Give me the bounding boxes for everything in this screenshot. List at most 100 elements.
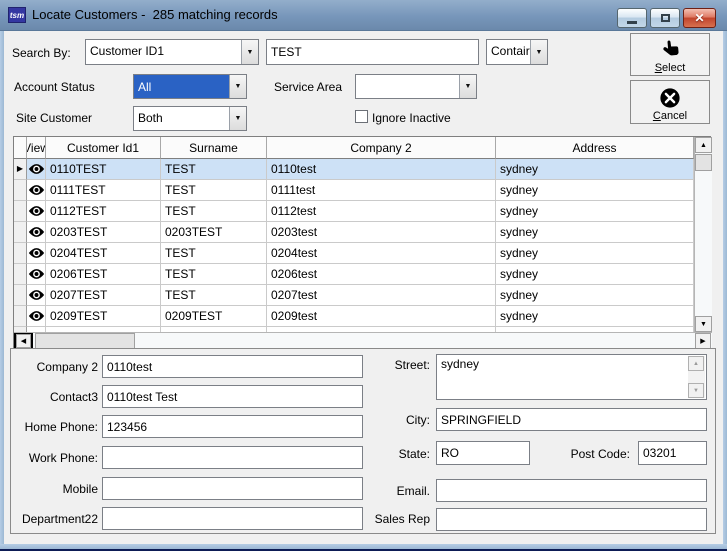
vertical-scroll-thumb[interactable]: [695, 154, 712, 171]
cell-customer-id1[interactable]: 0206TEST: [46, 264, 161, 285]
cell-customer-id1[interactable]: 0209TEST: [46, 306, 161, 327]
table-row[interactable]: 0207TEST TEST 0207test sydney: [14, 285, 694, 306]
chevron-down-icon[interactable]: ▼: [229, 75, 246, 98]
scroll-down-button[interactable]: ▼: [695, 316, 712, 332]
sales-rep-field[interactable]: [436, 508, 707, 531]
scroll-up-button[interactable]: ▲: [695, 137, 712, 153]
view-record-button[interactable]: [27, 264, 46, 285]
cell-surname[interactable]: TEST: [161, 243, 267, 264]
chevron-down-icon[interactable]: ▼: [241, 40, 258, 64]
cancel-button[interactable]: Cancel: [630, 80, 710, 124]
table-row[interactable]: 0203TEST 0203TEST 0203test sydney: [14, 222, 694, 243]
cell-company-2[interactable]: 0203test: [267, 222, 496, 243]
cell-surname[interactable]: TEST: [161, 180, 267, 201]
view-record-button[interactable]: [27, 243, 46, 264]
chevron-down-icon[interactable]: ▼: [459, 75, 476, 98]
cell-surname[interactable]: TEST: [161, 159, 267, 180]
cell-address[interactable]: sydney: [496, 180, 694, 201]
scroll-down-button[interactable]: ▼: [688, 383, 704, 398]
service-area-combo[interactable]: ▼: [355, 74, 477, 99]
home-phone-label: Home Phone:: [14, 420, 98, 434]
cell-address[interactable]: sydney: [496, 264, 694, 285]
cell-company-2[interactable]: 0111test: [267, 180, 496, 201]
search-text-input[interactable]: [266, 39, 479, 65]
maximize-button[interactable]: [650, 8, 680, 28]
header-customer-id1[interactable]: Customer Id1: [46, 137, 161, 159]
minimize-button[interactable]: [617, 8, 647, 28]
cell-address[interactable]: sydney: [496, 201, 694, 222]
grid-horizontal-scrollbar[interactable]: ◀ ▶: [14, 332, 712, 349]
scroll-right-button[interactable]: ▶: [695, 333, 711, 349]
street-field[interactable]: sydney ▲ ▼: [436, 354, 707, 400]
cell-company-2[interactable]: 0209test: [267, 306, 496, 327]
cell-customer-id1[interactable]: 0207TEST: [46, 285, 161, 306]
view-record-button[interactable]: [27, 222, 46, 243]
cell-customer-id1[interactable]: 0110TEST: [46, 159, 161, 180]
view-record-button[interactable]: [27, 201, 46, 222]
results-grid: View Customer Id1 Surname Company 2 Addr…: [13, 136, 711, 348]
row-selector: [14, 180, 27, 201]
state-label: State:: [370, 447, 430, 461]
contact3-field[interactable]: [102, 385, 363, 408]
cell-surname[interactable]: TEST: [161, 264, 267, 285]
account-status-combo[interactable]: All ▼: [133, 74, 247, 99]
titlebar[interactable]: tsm Locate Customers - 285 matching reco…: [0, 0, 727, 31]
cell-customer-id1[interactable]: 0204TEST: [46, 243, 161, 264]
table-row[interactable]: 0111TEST TEST 0111test sydney: [14, 180, 694, 201]
table-row[interactable]: 0204TEST TEST 0204test sydney: [14, 243, 694, 264]
header-address[interactable]: Address: [496, 137, 694, 159]
cell-address[interactable]: sydney: [496, 159, 694, 180]
cell-customer-id1[interactable]: 0112TEST: [46, 201, 161, 222]
search-by-combo[interactable]: Customer ID1 ▼: [85, 39, 259, 65]
view-record-button[interactable]: [27, 285, 46, 306]
cell-surname[interactable]: 0203TEST: [161, 222, 267, 243]
table-row[interactable]: 0112TEST TEST 0112test sydney: [14, 201, 694, 222]
email-field[interactable]: [436, 479, 707, 502]
mobile-field[interactable]: [102, 477, 363, 500]
select-button[interactable]: Select: [630, 33, 710, 76]
state-field[interactable]: [436, 441, 530, 465]
work-phone-field[interactable]: [102, 446, 363, 469]
chevron-down-icon[interactable]: ▼: [229, 107, 246, 130]
horizontal-scroll-thumb[interactable]: [35, 333, 135, 349]
table-row[interactable]: 0206TEST TEST 0206test sydney: [14, 264, 694, 285]
street-scrollbar[interactable]: ▲ ▼: [688, 356, 705, 398]
view-record-button[interactable]: [27, 306, 46, 327]
table-row[interactable]: ▶ 0110TEST TEST 0110test sydney: [14, 159, 694, 180]
cell-address[interactable]: sydney: [496, 306, 694, 327]
triangle-down-icon: ▼: [700, 321, 707, 328]
cell-company-2[interactable]: 0204test: [267, 243, 496, 264]
chevron-down-icon[interactable]: ▼: [530, 40, 547, 64]
cell-company-2[interactable]: 0206test: [267, 264, 496, 285]
table-row[interactable]: 0209TEST 0209TEST 0209test sydney: [14, 306, 694, 327]
cell-customer-id1[interactable]: 0111TEST: [46, 180, 161, 201]
company-2-field[interactable]: [102, 355, 363, 378]
scroll-up-button[interactable]: ▲: [688, 356, 704, 371]
department22-field[interactable]: [102, 507, 363, 530]
cell-address[interactable]: sydney: [496, 222, 694, 243]
close-button[interactable]: ✕: [683, 8, 716, 28]
cell-company-2[interactable]: 0112test: [267, 201, 496, 222]
header-surname[interactable]: Surname: [161, 137, 267, 159]
cell-company-2[interactable]: 0207test: [267, 285, 496, 306]
post-code-field[interactable]: [638, 441, 707, 465]
ignore-inactive-checkbox[interactable]: [355, 110, 368, 123]
cell-surname[interactable]: TEST: [161, 201, 267, 222]
header-company-2[interactable]: Company 2: [267, 137, 496, 159]
header-view[interactable]: View: [27, 137, 46, 159]
cell-company-2[interactable]: 0110test: [267, 159, 496, 180]
view-record-button[interactable]: [27, 159, 46, 180]
cell-address[interactable]: sydney: [496, 243, 694, 264]
city-label: City:: [370, 413, 430, 427]
cell-surname[interactable]: 0209TEST: [161, 306, 267, 327]
view-record-button[interactable]: [27, 180, 46, 201]
cell-customer-id1[interactable]: 0203TEST: [46, 222, 161, 243]
site-customer-combo[interactable]: Both ▼: [133, 106, 247, 131]
cell-surname[interactable]: TEST: [161, 285, 267, 306]
grid-vertical-scrollbar[interactable]: ▲ ▼: [694, 137, 712, 332]
match-mode-combo[interactable]: Contair ▼: [486, 39, 548, 65]
home-phone-field[interactable]: [102, 415, 363, 438]
cell-address[interactable]: sydney: [496, 285, 694, 306]
city-field[interactable]: [436, 408, 707, 431]
scroll-left-button[interactable]: ◀: [16, 334, 31, 348]
